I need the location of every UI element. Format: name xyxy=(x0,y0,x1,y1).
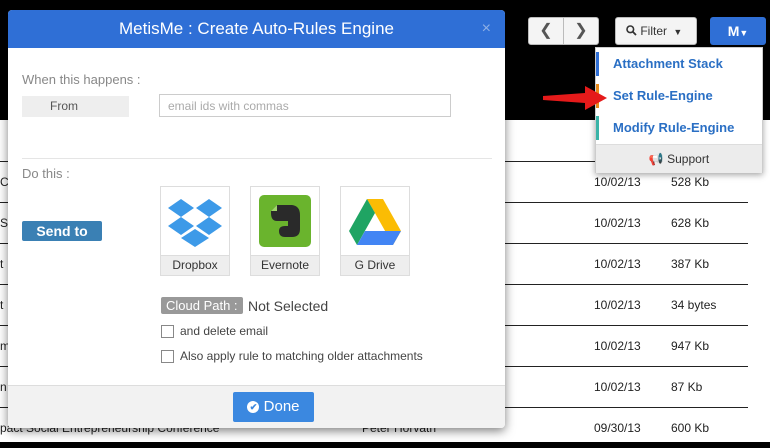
modal-footer: ✔ Done xyxy=(8,385,505,428)
create-rule-modal: MetisMe : Create Auto-Rules Engine × Whe… xyxy=(8,10,505,428)
menu-item-attachment-stack[interactable]: Attachment Stack xyxy=(596,48,762,80)
evernote-icon xyxy=(259,195,311,247)
search-icon xyxy=(626,25,637,36)
row-date: 10/02/13 xyxy=(594,175,641,189)
section-divider xyxy=(22,158,492,159)
next-page-button[interactable]: ❯ xyxy=(563,17,599,45)
row-date: 09/30/13 xyxy=(594,421,641,435)
when-label: When this happens : xyxy=(22,72,141,87)
menu-item-bar xyxy=(596,116,599,140)
row-size: 628 Kb xyxy=(671,216,710,230)
caret-down-icon: ▼ xyxy=(739,28,749,38)
filter-label: Filter xyxy=(640,24,668,38)
cloud-path-label: Cloud Path : xyxy=(161,297,243,314)
gdrive-tile[interactable]: G Drive xyxy=(340,186,410,276)
row-size: 528 Kb xyxy=(671,175,710,189)
done-label: Done xyxy=(263,398,300,415)
done-button[interactable]: ✔ Done xyxy=(233,392,314,422)
pointer-arrow-icon xyxy=(543,86,607,110)
from-label: From xyxy=(22,96,129,117)
row-size: 947 Kb xyxy=(671,339,710,353)
menu-item-label: Modify Rule-Engine xyxy=(613,120,735,135)
caret-down-icon: ▼ xyxy=(673,27,683,37)
modal-header: MetisMe : Create Auto-Rules Engine × xyxy=(8,10,505,48)
row-title: n xyxy=(0,380,7,394)
dropbox-icon xyxy=(168,199,222,247)
row-date: 10/02/13 xyxy=(594,380,641,394)
evernote-tile[interactable]: Evernote xyxy=(250,186,320,276)
chevron-left-icon: ❮ xyxy=(539,22,553,39)
prev-page-button[interactable]: ❮ xyxy=(528,17,564,45)
menu-item-support[interactable]: 📢 Support xyxy=(596,144,762,173)
dropbox-tile[interactable]: Dropbox xyxy=(160,186,230,276)
delete-email-checkbox[interactable] xyxy=(161,325,174,339)
check-circle-icon: ✔ xyxy=(247,401,260,413)
evernote-label: Evernote xyxy=(251,255,319,275)
row-date: 10/02/13 xyxy=(594,257,641,271)
do-this-label: Do this : xyxy=(22,166,70,181)
row-title: t xyxy=(0,257,4,271)
main-menu-label: M xyxy=(727,23,740,39)
row-date: 10/02/13 xyxy=(594,216,641,230)
menu-item-set-rule-engine[interactable]: Set Rule-Engine xyxy=(596,80,762,112)
modal-title: MetisMe : Create Auto-Rules Engine xyxy=(119,19,394,38)
row-size: 387 Kb xyxy=(671,257,710,271)
megaphone-icon: 📢 xyxy=(648,152,664,166)
row-title: S xyxy=(0,216,9,230)
apply-older-checkbox[interactable] xyxy=(161,350,174,364)
cloud-path-value: Not Selected xyxy=(248,298,329,314)
google-drive-icon xyxy=(349,199,401,245)
main-menu-button[interactable]: M▼ xyxy=(710,17,766,45)
menu-item-label: Attachment Stack xyxy=(613,56,723,71)
apply-older-option[interactable]: Also apply rule to matching older attach… xyxy=(161,349,423,364)
filter-button[interactable]: Filter ▼ xyxy=(615,17,697,45)
row-size: 600 Kb xyxy=(671,421,710,435)
close-icon[interactable]: × xyxy=(482,10,491,48)
delete-email-label: and delete email xyxy=(180,324,269,338)
row-title: t xyxy=(0,298,4,312)
menu-item-bar xyxy=(596,52,599,76)
dropbox-label: Dropbox xyxy=(161,255,229,275)
menu-item-modify-rule-engine[interactable]: Modify Rule-Engine xyxy=(596,112,762,144)
row-date: 10/02/13 xyxy=(594,298,641,312)
apply-older-label: Also apply rule to matching older attach… xyxy=(180,349,423,363)
row-size: 87 Kb xyxy=(671,380,703,394)
chevron-right-icon: ❯ xyxy=(574,22,588,39)
gdrive-label: G Drive xyxy=(341,255,409,275)
send-to-label: Send to xyxy=(22,221,102,241)
row-size: 34 bytes xyxy=(671,298,717,312)
email-ids-input[interactable] xyxy=(159,94,451,117)
main-menu-dropdown: Attachment Stack Set Rule-Engine Modify … xyxy=(595,47,763,173)
row-date: 10/02/13 xyxy=(594,339,641,353)
support-label: Support xyxy=(667,152,710,166)
menu-item-label: Set Rule-Engine xyxy=(613,88,713,103)
delete-email-option[interactable]: and delete email xyxy=(161,324,269,339)
